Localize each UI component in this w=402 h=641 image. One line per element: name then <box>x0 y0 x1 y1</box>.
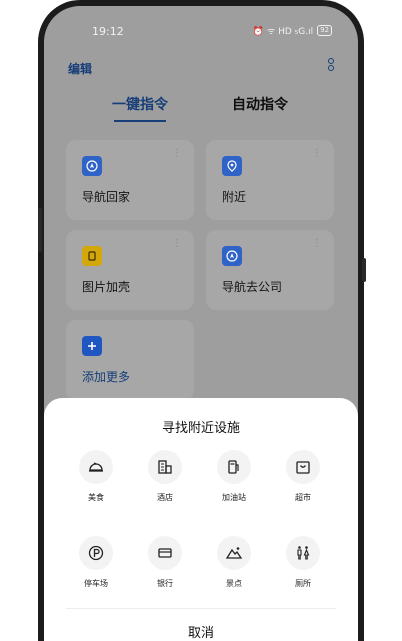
sheet-divider <box>66 608 336 609</box>
phone-side-button <box>362 258 366 282</box>
image-frame-icon <box>82 246 102 266</box>
card-label: 导航去公司 <box>222 280 283 294</box>
edit-button[interactable]: 编辑 <box>68 60 92 77</box>
card-menu-icon[interactable]: ⋮ <box>312 239 322 249</box>
gas-station-icon <box>217 450 251 484</box>
card-label: 图片加壳 <box>82 280 131 294</box>
status-time: 19:12 <box>92 25 124 38</box>
food-cloche-icon <box>79 450 113 484</box>
restroom-icon <box>286 536 320 570</box>
bank-card-icon <box>148 536 182 570</box>
card-menu-icon[interactable]: ⋮ <box>172 149 182 159</box>
facility-label: 银行 <box>157 579 173 588</box>
command-card-image-frame[interactable]: ⋮ 图片加壳 <box>66 230 194 310</box>
tab-auto-commands[interactable]: 自动指令 <box>232 94 288 114</box>
tab-one-click-commands[interactable]: 一键指令 <box>112 94 168 114</box>
nearby-facilities-sheet: 寻找附近设施 美食 酒店 加油站 超市 停车场 银行 景点 厕所 取消 <box>44 398 358 641</box>
facility-label: 停车场 <box>84 579 108 588</box>
card-menu-icon[interactable]: ⋮ <box>312 149 322 159</box>
supermarket-icon <box>286 450 320 484</box>
location-pin-icon <box>222 156 242 176</box>
facility-label: 加油站 <box>222 493 246 502</box>
card-menu-icon[interactable]: ⋮ <box>172 239 182 249</box>
facility-restroom[interactable]: 厕所 <box>272 536 334 589</box>
card-label: 导航回家 <box>82 190 131 204</box>
add-more-label: 添加更多 <box>82 370 131 384</box>
sheet-title: 寻找附近设施 <box>161 421 240 436</box>
scenery-icon <box>217 536 251 570</box>
hotel-icon <box>148 450 182 484</box>
facility-label: 景点 <box>226 579 242 588</box>
command-card-navigate-company[interactable]: ⋮ 导航去公司 <box>206 230 334 310</box>
facility-gas-station[interactable]: 加油站 <box>203 450 265 503</box>
active-tab-indicator <box>114 120 166 122</box>
facility-label: 超市 <box>295 493 311 502</box>
add-more-card[interactable]: 添加更多 <box>66 320 194 400</box>
facility-parking[interactable]: 停车场 <box>65 536 127 589</box>
parking-icon <box>79 536 113 570</box>
facility-label: 酒店 <box>157 493 173 502</box>
phone-screen: 19:12 ⏰ ᯤ HD ₅G.ıl 92 编辑 一键指令 自动指令 ⋮ 导航回… <box>44 6 358 641</box>
navigation-icon <box>82 156 102 176</box>
facility-scenery[interactable]: 景点 <box>203 536 265 589</box>
card-label: 附近 <box>222 190 247 204</box>
facility-label: 厕所 <box>295 579 311 588</box>
facility-hotel[interactable]: 酒店 <box>134 450 196 503</box>
phone-side-button <box>38 208 42 252</box>
facility-food[interactable]: 美食 <box>65 450 127 503</box>
cancel-button[interactable]: 取消 <box>44 622 358 641</box>
navigation-icon <box>222 246 242 266</box>
facility-label: 美食 <box>88 493 104 502</box>
status-indicators: ⏰ ᯤ HD ₅G.ıl <box>252 27 314 37</box>
battery-icon: 92 <box>317 25 332 36</box>
status-icons: ⏰ ᯤ HD ₅G.ıl 92 <box>253 24 332 37</box>
facility-bank[interactable]: 银行 <box>134 536 196 589</box>
more-options-icon[interactable] <box>328 58 334 72</box>
facility-supermarket[interactable]: 超市 <box>272 450 334 503</box>
command-card-navigate-home[interactable]: ⋮ 导航回家 <box>66 140 194 220</box>
plus-icon <box>82 336 102 356</box>
status-bar: 19:12 ⏰ ᯤ HD ₅G.ıl 92 <box>44 6 358 50</box>
command-card-nearby[interactable]: ⋮ 附近 <box>206 140 334 220</box>
